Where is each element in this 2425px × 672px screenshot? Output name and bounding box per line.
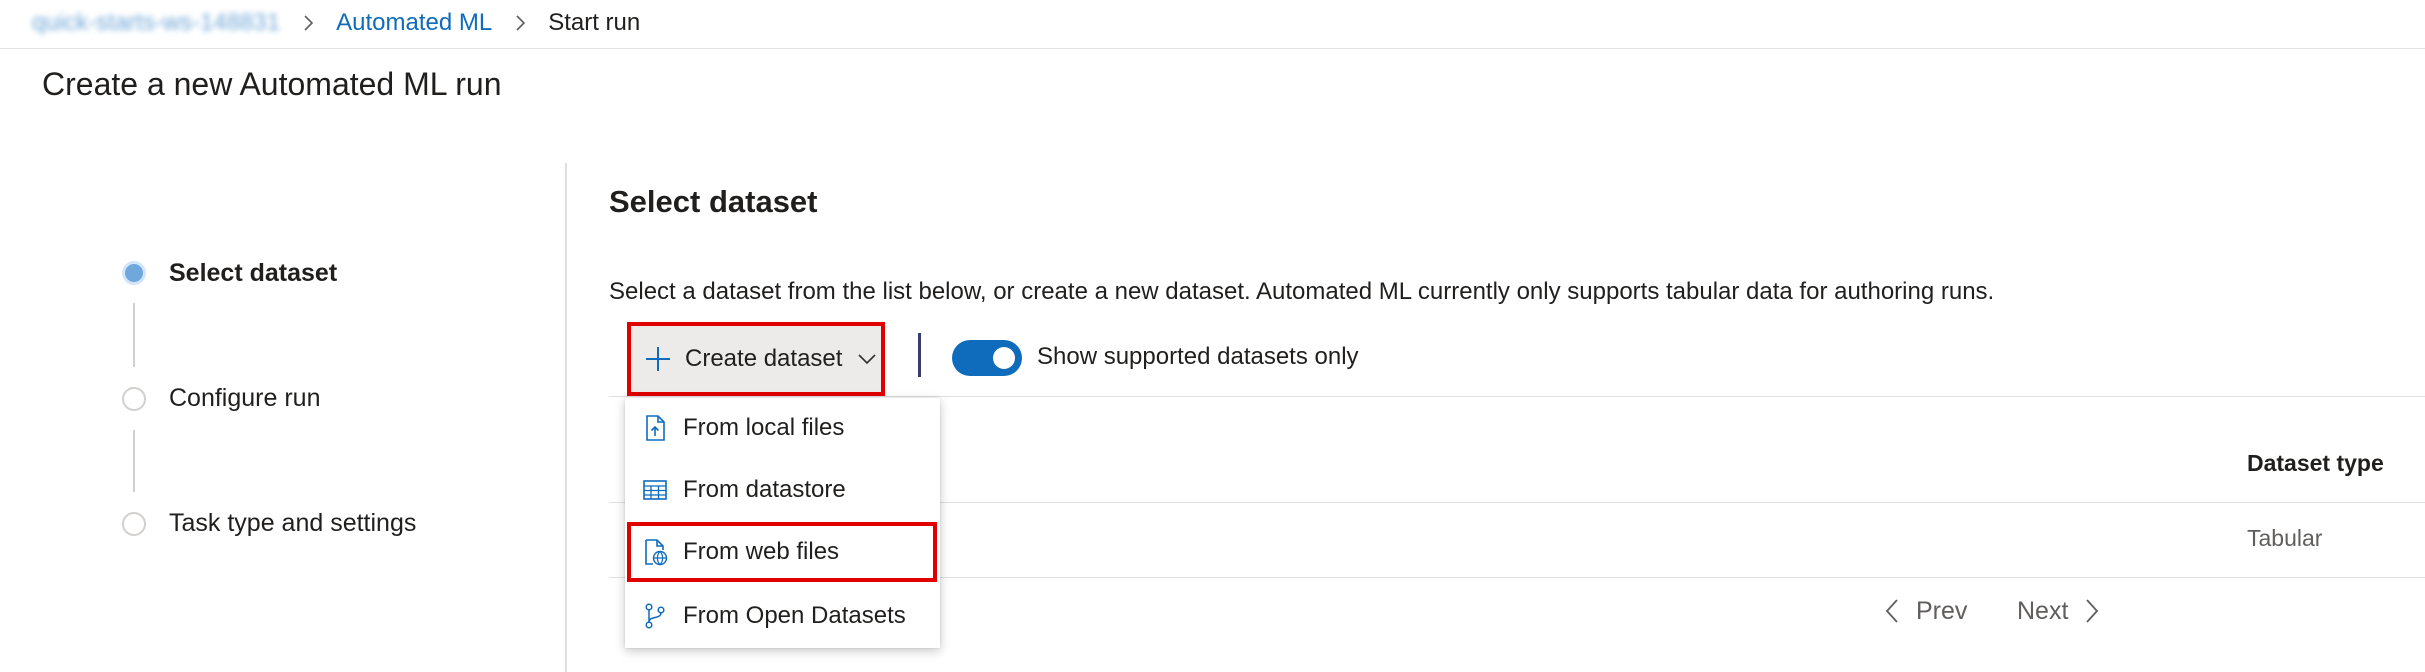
file-upload-icon (646, 415, 665, 441)
plus-icon (646, 347, 670, 371)
table-divider (609, 396, 2425, 397)
step-label-configure-run[interactable]: Configure run (169, 384, 320, 413)
chevron-down-icon (858, 354, 877, 365)
panel-divider (565, 163, 567, 672)
create-dataset-label: Create dataset (685, 345, 843, 372)
menu-item-from-datastore[interactable]: From datastore (625, 460, 940, 520)
step-indicator-task-type (122, 512, 146, 536)
create-dataset-button[interactable]: Create dataset (627, 322, 885, 396)
step-indicator-select-dataset (122, 261, 146, 285)
section-title: Select dataset (609, 184, 818, 219)
breadcrumb: quick-starts-ws-148831 Automated ML Star… (32, 0, 640, 46)
step-connector (133, 303, 135, 367)
step-label-select-dataset[interactable]: Select dataset (169, 259, 337, 288)
table-cell-dataset-type: Tabular (2247, 525, 2323, 551)
supported-datasets-toggle[interactable] (952, 340, 1022, 376)
chevron-right-icon (304, 15, 314, 31)
breadcrumb-current: Start run (548, 9, 641, 36)
pager-prev-label: Prev (1916, 596, 1968, 625)
chevron-right-icon (2086, 599, 2099, 623)
toggle-label: Show supported datasets only (1037, 343, 1359, 370)
menu-item-from-web-files[interactable]: From web files (627, 522, 937, 582)
page-title: Create a new Automated ML run (42, 66, 502, 102)
web-file-icon (645, 539, 668, 566)
create-dataset-menu: From local files From datastore From web… (625, 398, 940, 648)
chevron-right-icon (516, 15, 526, 31)
menu-item-label: From Open Datasets (683, 602, 906, 629)
section-description: Select a dataset from the list below, or… (609, 278, 1995, 305)
menu-item-from-open-datasets[interactable]: From Open Datasets (625, 586, 940, 646)
pager-next-label: Next (2017, 596, 2069, 625)
chevron-left-icon (1885, 599, 1898, 623)
menu-item-label: From web files (683, 538, 840, 565)
menu-item-label: From datastore (683, 476, 846, 503)
breadcrumb-workspace-link[interactable]: quick-starts-ws-148831 (32, 9, 280, 37)
toggle-knob (993, 347, 1015, 369)
branch-icon (645, 603, 665, 629)
header-divider (0, 48, 2425, 49)
menu-item-from-local-files[interactable]: From local files (625, 398, 940, 458)
menu-item-label: From local files (683, 414, 845, 441)
step-indicator-configure-run (122, 387, 146, 411)
pager-next-button[interactable]: Next (2017, 596, 2104, 626)
step-label-task-type[interactable]: Task type and settings (169, 509, 416, 538)
pager-prev-button[interactable]: Prev (1880, 596, 1967, 626)
toolbar-separator (918, 333, 921, 377)
breadcrumb-service-link[interactable]: Automated ML (336, 9, 492, 37)
column-header-dataset-type[interactable]: Dataset type (2247, 450, 2384, 477)
step-connector (133, 430, 135, 492)
table-grid-icon (643, 480, 667, 500)
